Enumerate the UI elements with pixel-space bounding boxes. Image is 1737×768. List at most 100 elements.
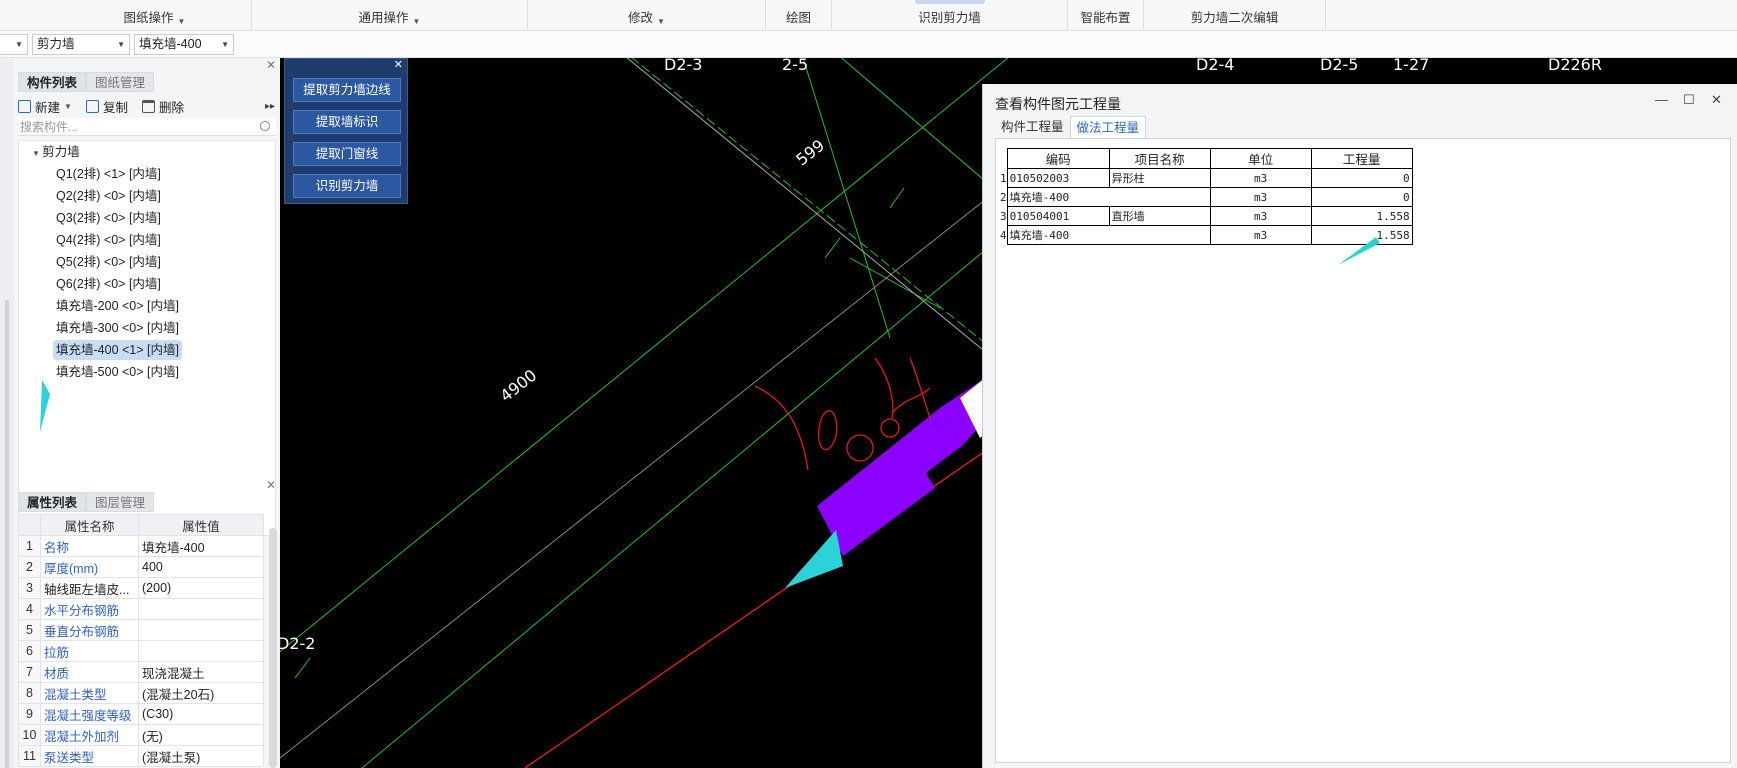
table-row[interactable]: 5 垂直分布钢筋	[18, 619, 264, 641]
ribbon-group-general-ops[interactable]: 通用操作 ▼	[252, 0, 528, 31]
table-header: 编码 项目名称 单位 工程量	[1000, 148, 1413, 169]
new-button[interactable]: 新建 ▼	[18, 97, 72, 116]
delete-button[interactable]: 删除	[141, 97, 184, 116]
ribbon-group-identify-shear-wall[interactable]: 识别剪力墙	[832, 0, 1068, 31]
close-icon[interactable]: ✕	[266, 478, 276, 492]
caret-down-icon: ▼	[32, 149, 43, 158]
more-icon[interactable]: ▸▸	[265, 101, 275, 112]
table-row[interactable]: 1 名称 填充墙-400	[18, 535, 264, 557]
identify-shear-wall-button[interactable]: 识别剪力墙	[293, 174, 401, 198]
table-header: 属性名称 属性值	[18, 514, 264, 536]
table-row[interactable]: 11 泵送类型 (混凝土泵)	[18, 745, 264, 767]
trash-icon	[141, 99, 155, 113]
category-select[interactable]: 剪力墙 ▼	[32, 34, 130, 55]
new-file-icon	[18, 99, 31, 113]
handwriting	[818, 410, 838, 451]
chevron-down-icon: ▼	[177, 17, 186, 26]
ribbon-group-drawing-ops[interactable]: 图纸操作 ▼	[58, 0, 252, 31]
tab-property-list[interactable]: 属性列表	[18, 492, 87, 512]
copy-button[interactable]: 复制	[85, 97, 128, 116]
table-row[interactable]: 9 混凝土强度等级 (C30)	[18, 703, 264, 725]
extract-wall-edge-button[interactable]: 提取剪力墙边线	[293, 78, 401, 102]
extract-wall-label-button[interactable]: 提取墙标识	[293, 110, 401, 134]
ribbon-group-modify[interactable]: 修改 ▼	[528, 0, 766, 31]
ribbon-group-shear-wall-edit[interactable]: 剪力墙二次编辑	[1144, 0, 1326, 31]
maximize-icon[interactable]: ☐	[1683, 92, 1695, 108]
floor-select[interactable]: ▼	[0, 34, 28, 55]
tree-item[interactable]: 填充墙-500 <0> [内墙]	[53, 362, 182, 382]
table-row[interactable]: 2 填充墙-400 m3 0	[1000, 187, 1413, 207]
component-select[interactable]: 填充墙-400 ▼	[134, 34, 234, 55]
quantity-dialog: 查看构件图元工程量 — ☐ ✕ 构件工程量 做法工程量 编码 项目名称 单位 工…	[982, 84, 1737, 768]
table-row[interactable]: 3 轴线距左墙皮... (200)	[18, 577, 264, 599]
dialog-title: 查看构件图元工程量	[995, 96, 1121, 112]
table-row[interactable]: 1 010502003 异形柱 m3 0	[1000, 168, 1413, 188]
chevron-down-icon: ▼	[221, 40, 229, 49]
tab-method-quantity[interactable]: 做法工程量	[1069, 116, 1147, 138]
column-header: 属性值	[138, 514, 264, 536]
component-toolbar: 新建 ▼ 复制 删除 ▸▸	[18, 95, 275, 117]
ribbon-group-smart-layout[interactable]: 智能布置	[1068, 0, 1144, 31]
chevron-down-icon: ▼	[117, 40, 125, 49]
component-panel-tabs: 构件列表 图纸管理	[18, 72, 155, 92]
component-tree: ▼ 剪力墙 Q1(2排) <1> [内墙] Q2(2排) <0> [内墙] Q3…	[18, 140, 276, 536]
tree-item-selected[interactable]: 填充墙-400 <1> [内墙]	[53, 340, 182, 360]
axis-label: D2-2	[280, 634, 316, 653]
axis-label: D2-4	[1196, 58, 1235, 74]
table-row[interactable]: 10 混凝土外加剂 (无)	[18, 724, 264, 746]
table-row[interactable]: 3 010504001 直形墙 m3 1.558	[1000, 206, 1413, 226]
ribbon: 图纸操作 ▼ 通用操作 ▼ 修改 ▼ 绘图 识别剪力墙 智能布置 剪力墙二次编辑	[0, 0, 1737, 31]
column-header: 属性名称	[40, 514, 139, 536]
tab-layer-management[interactable]: 图层管理	[86, 492, 155, 512]
tree-item[interactable]: Q4(2排) <0> [内墙]	[53, 230, 164, 250]
handwriting	[846, 434, 874, 462]
chevron-down-icon: ▼	[15, 40, 23, 49]
table-row[interactable]: 8 混凝土类型 (混凝土20石)	[18, 682, 264, 704]
table-row[interactable]: 7 材质 现浇混凝土	[18, 661, 264, 683]
tree-item[interactable]: Q6(2排) <0> [内墙]	[53, 274, 164, 294]
selector-bar: ▼ 剪力墙 ▼ 填充墙-400 ▼	[0, 31, 1737, 58]
tree-item[interactable]: 填充墙-200 <0> [内墙]	[53, 296, 182, 316]
table-row[interactable]: 4 水平分布钢筋	[18, 598, 264, 620]
close-icon[interactable]: ✕	[266, 58, 276, 72]
extract-door-window-button[interactable]: 提取门窗线	[293, 142, 401, 166]
property-scrollbar[interactable]	[269, 528, 277, 768]
search-icon	[260, 121, 270, 131]
column-header: 编码	[1006, 148, 1110, 169]
axis-label: D226R	[1548, 58, 1602, 74]
table-row[interactable]: 2 厚度(mm) 400	[18, 556, 264, 578]
minimize-icon[interactable]: —	[1655, 92, 1668, 107]
tab-component-list[interactable]: 构件列表	[18, 72, 87, 92]
annotation-arrow	[785, 530, 843, 588]
axis-label: 1-27	[1393, 58, 1430, 74]
axis-label: D2-5	[1320, 58, 1359, 74]
handwriting	[754, 385, 809, 471]
tab-drawing-management[interactable]: 图纸管理	[86, 72, 155, 92]
handwriting	[880, 418, 900, 438]
table-row[interactable]: 6 拉筋	[18, 640, 264, 662]
tree-group-shear-wall[interactable]: ▼ 剪力墙	[29, 142, 83, 162]
tick-mark	[889, 187, 905, 209]
chevron-down-icon: ▼	[412, 17, 421, 26]
ribbon-group-draw[interactable]: 绘图	[766, 0, 832, 31]
tree-item[interactable]: Q1(2排) <1> [内墙]	[53, 164, 164, 184]
tree-item[interactable]: Q2(2排) <0> [内墙]	[53, 186, 164, 206]
annotation-arrow	[1338, 237, 1380, 265]
tree-item[interactable]: 填充墙-300 <0> [内墙]	[53, 318, 182, 338]
annotation-arrow	[40, 380, 50, 432]
property-panel-tabs: 属性列表 图层管理	[18, 492, 155, 512]
quantity-table-area: 编码 项目名称 单位 工程量 1 010502003 异形柱 m3 0 2 填充墙-400…	[995, 138, 1731, 763]
handwriting	[909, 357, 931, 419]
chevron-down-icon: ▼	[64, 101, 72, 111]
tree-item[interactable]: Q5(2排) <0> [内墙]	[53, 252, 164, 272]
component-search-input[interactable]: 搜索构件...	[18, 118, 276, 136]
tab-component-quantity[interactable]: 构件工程量	[995, 116, 1070, 138]
handwriting	[874, 357, 894, 419]
tree-item[interactable]: Q3(2排) <0> [内墙]	[53, 208, 164, 228]
chevron-down-icon: ▼	[657, 17, 665, 26]
dialog-tabs: 构件工程量 做法工程量	[995, 116, 1147, 138]
left-dock-scrollbar[interactable]	[5, 300, 9, 768]
close-icon[interactable]: ✕	[1711, 92, 1722, 108]
close-icon[interactable]: ✕	[394, 58, 403, 71]
column-header: 工程量	[1310, 148, 1413, 169]
